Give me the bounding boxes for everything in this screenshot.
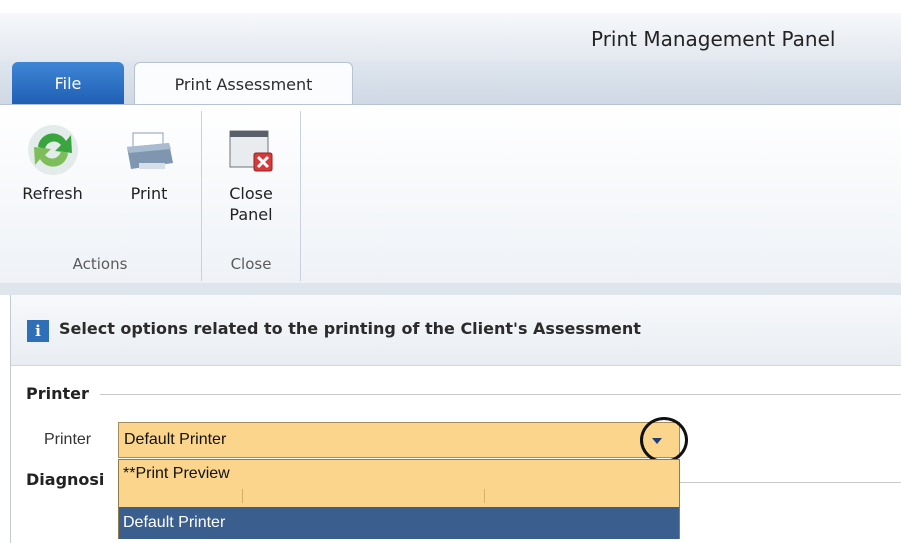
dropdown-option[interactable]: **Print Preview: [119, 465, 679, 483]
ribbon-group-separator: [201, 111, 202, 281]
refresh-label: Refresh: [22, 184, 83, 203]
diagnosis-section-title: Diagnosi: [26, 470, 109, 489]
close-panel-button[interactable]: Close Panel: [204, 113, 298, 225]
info-icon: i: [27, 320, 49, 342]
title-bar: Print Management Panel: [0, 13, 901, 61]
printer-section-title: Printer: [26, 384, 93, 403]
panel-gap: [0, 283, 901, 295]
tab-file[interactable]: File: [12, 62, 124, 104]
group-label-close: Close: [230, 255, 272, 273]
content-border: [10, 365, 11, 543]
tab-print-assessment[interactable]: Print Assessment: [134, 62, 353, 106]
ribbon-group-separator: [300, 111, 301, 281]
print-button[interactable]: Print: [108, 113, 190, 204]
dropdown-option-selected[interactable]: Default Printer: [119, 507, 679, 539]
group-label-actions: Actions: [72, 255, 128, 273]
window-title: Print Management Panel: [591, 27, 836, 51]
section-divider: [680, 482, 901, 483]
close-panel-icon: [229, 130, 273, 172]
refresh-button[interactable]: Refresh: [0, 113, 105, 204]
highlight-circle: [640, 417, 688, 463]
printer-icon: [127, 132, 173, 169]
close-label-line2: Panel: [229, 205, 273, 224]
list-tick: [242, 489, 243, 503]
list-tick: [484, 489, 485, 503]
printer-select[interactable]: Default Printer: [118, 422, 680, 458]
ribbon: Refresh Print Actions Close Panel Close: [0, 104, 901, 284]
info-message: Select options related to the printing o…: [59, 319, 641, 338]
close-label-line1: Close: [229, 184, 273, 203]
printer-dropdown-list: **Print Preview Default Printer: [118, 459, 680, 539]
refresh-icon: [27, 125, 78, 175]
print-label: Print: [130, 184, 168, 203]
printer-select-value: Default Printer: [124, 431, 227, 448]
section-divider: [100, 394, 901, 395]
printer-field-label: Printer: [44, 431, 92, 448]
info-bar: i Select options related to the printing…: [10, 295, 901, 366]
